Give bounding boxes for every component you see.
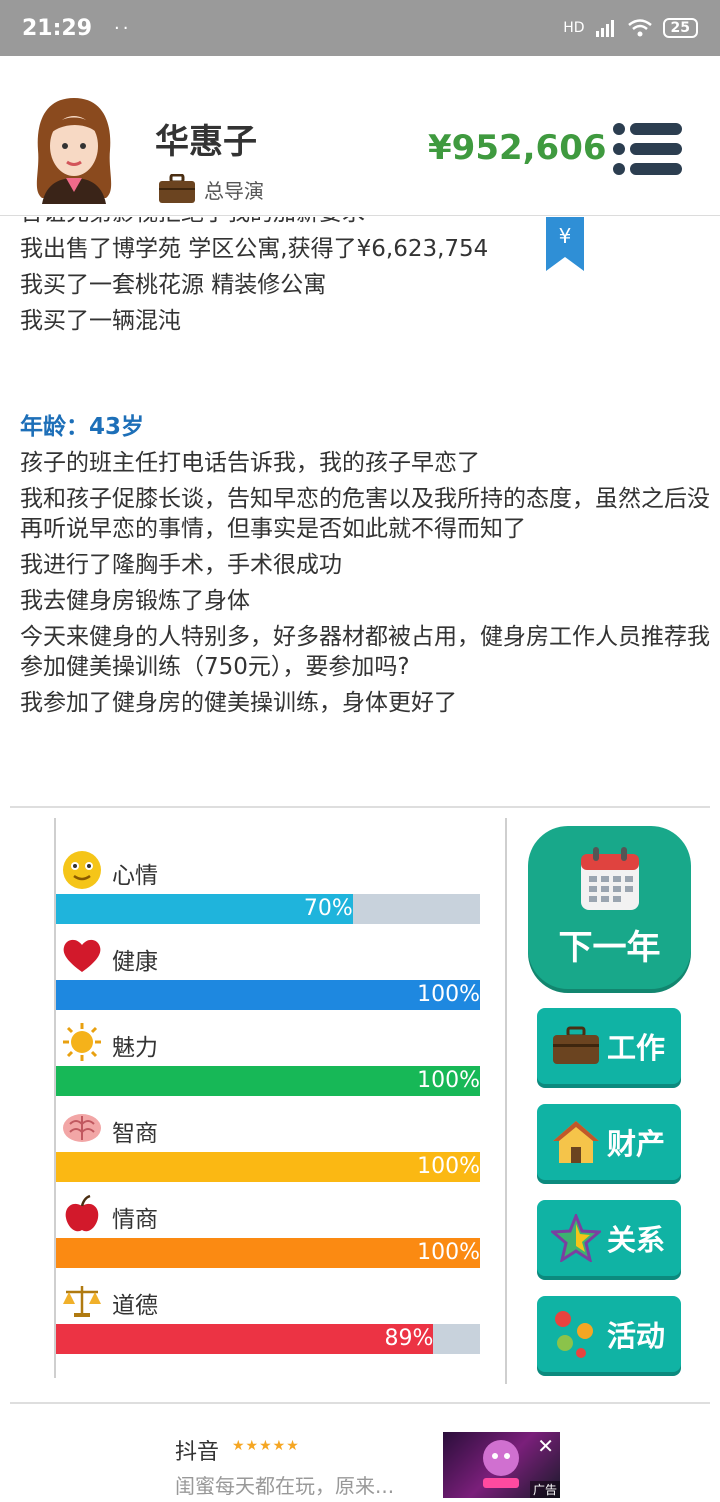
- stat-label: 道德: [112, 1293, 158, 1319]
- log-line: 我买了一辆混沌: [20, 308, 181, 334]
- log-line: 我进行了隆胸手术，手术很成功: [20, 552, 342, 578]
- relations-label: 关系: [607, 1223, 666, 1257]
- charm-bar-fill: 100%: [56, 1066, 480, 1096]
- smiley-icon: [63, 851, 101, 889]
- scales-icon: [63, 1286, 101, 1317]
- house-icon: [553, 1121, 599, 1163]
- heart-icon: [63, 939, 101, 972]
- age-heading: 年龄：43岁: [20, 414, 145, 440]
- stat-value: 100%: [417, 1154, 480, 1179]
- mood-bar: 70%: [56, 894, 480, 924]
- mood-bar-fill: 70%: [56, 894, 353, 924]
- log-line: 孩子的班主任打电话告诉我，我的孩子早恋了: [20, 450, 480, 476]
- assets-button[interactable]: 财产: [537, 1104, 681, 1180]
- stat-label: 情商: [112, 1207, 158, 1233]
- morality-bar-fill: 89%: [56, 1324, 434, 1354]
- star-icon: [551, 1214, 601, 1262]
- eq-bar: 100%: [56, 1238, 480, 1268]
- stat-label: 魅力: [112, 1035, 158, 1061]
- money-balance: ¥952,606: [428, 128, 607, 168]
- sun-icon: [63, 1023, 101, 1061]
- player-name: 华惠子: [155, 122, 257, 162]
- ad-banner[interactable]: 抖音 ★★★★★ 闺蜜每天都在玩，原来... ✕ 广告: [0, 1404, 720, 1499]
- stats-panel: 心情 70% 健康 100% 魅力 100% 智商 100% 情商 100% 道…: [54, 818, 480, 1378]
- briefcase-icon: [159, 174, 195, 203]
- stat-value: 70%: [303, 896, 353, 921]
- ad-image[interactable]: ✕ 广告: [443, 1432, 560, 1498]
- job-title: 总导演: [158, 174, 264, 204]
- calendar-icon: [580, 847, 639, 910]
- ad-title: 抖音: [175, 1440, 220, 1465]
- stat-value: 100%: [417, 1240, 480, 1265]
- status-dots: ··: [114, 17, 132, 39]
- divider: [10, 806, 710, 808]
- menu-icon[interactable]: [612, 122, 684, 176]
- stat-label: 智商: [112, 1121, 158, 1147]
- ad-tag: 广告: [529, 1481, 560, 1498]
- log-line: 今天来健身的人特别多，好多器材都被占用，健身房工作人员推荐我参加健美操训练（75…: [20, 624, 710, 680]
- battery-indicator: 25: [662, 18, 698, 38]
- activities-icon: [555, 1311, 593, 1358]
- ad-close-button[interactable]: ✕: [537, 1434, 554, 1458]
- stat-label: 健康: [112, 949, 158, 975]
- eq-bar-fill: 100%: [56, 1238, 480, 1268]
- log-line: 我买了一套桃花源 精装修公寓: [20, 272, 327, 298]
- health-bar-fill: 100%: [56, 980, 480, 1010]
- briefcase-icon: [553, 1026, 599, 1064]
- log-line: 合谊充第影视拒绝了我的加薪要求: [20, 217, 720, 231]
- log-line: 我参加了健身房的健美操训练，身体更好了: [20, 690, 457, 716]
- work-label: 工作: [607, 1031, 666, 1065]
- next-year-label: 下一年: [558, 928, 661, 968]
- health-bar: 100%: [56, 980, 480, 1010]
- status-time: 21:29: [22, 15, 93, 41]
- stat-value: 100%: [417, 1068, 480, 1093]
- assets-label: 财产: [607, 1127, 666, 1161]
- apple-icon: [65, 1194, 99, 1232]
- activities-button[interactable]: 活动: [537, 1296, 681, 1372]
- job-title-label: 总导演: [204, 178, 264, 203]
- log-line: 我出售了博学苑 学区公寓,获得了¥6,623,754: [20, 236, 489, 262]
- iq-bar-fill: 100%: [56, 1152, 480, 1182]
- status-bar: 21:29 ·· HD 25: [0, 0, 720, 56]
- work-button[interactable]: 工作: [537, 1008, 681, 1084]
- stat-value: 100%: [417, 982, 480, 1007]
- stat-value: 89%: [384, 1326, 434, 1351]
- morality-bar: 89%: [56, 1324, 480, 1354]
- brain-icon: [63, 1114, 101, 1142]
- relations-button[interactable]: 关系: [537, 1200, 681, 1276]
- activities-label: 活动: [607, 1319, 666, 1353]
- log-line: 我和孩子促膝长谈，告知早恋的危害以及我所持的态度，虽然之后没再听说早恋的事情，但…: [20, 486, 710, 542]
- wifi-icon: [627, 19, 652, 37]
- network-label: HD: [563, 20, 585, 36]
- iq-bar: 100%: [56, 1152, 480, 1182]
- charm-bar: 100%: [56, 1066, 480, 1096]
- signal-icon: [595, 20, 614, 37]
- log-line: 我去健身房锻炼了身体: [20, 588, 250, 614]
- profile-header: 华惠子 总导演 ¥952,606: [0, 56, 720, 216]
- ad-description: 闺蜜每天都在玩，原来...: [175, 1474, 395, 1498]
- next-year-button[interactable]: 下一年: [528, 826, 691, 989]
- avatar[interactable]: [28, 94, 120, 204]
- stat-label: 心情: [112, 863, 158, 889]
- ribbon-symbol: ¥: [559, 224, 572, 248]
- panel-divider: [505, 818, 507, 1384]
- life-log[interactable]: 合谊充第影视拒绝了我的加薪要求 我出售了博学苑 学区公寓,获得了¥6,623,7…: [0, 217, 720, 807]
- ad-rating: ★★★★★: [232, 1438, 300, 1454]
- yen-ribbon-icon: ¥: [546, 217, 584, 271]
- status-icons: HD 25: [563, 18, 698, 38]
